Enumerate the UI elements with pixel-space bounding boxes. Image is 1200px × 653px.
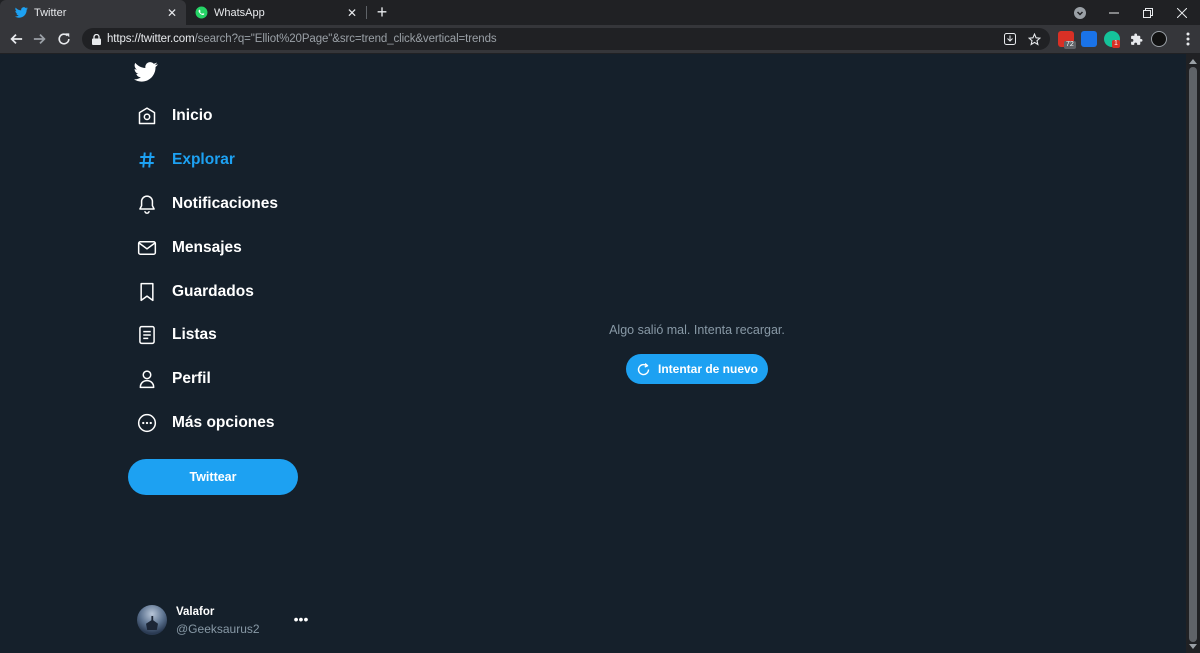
ext-red-icon[interactable]: 72 — [1058, 31, 1076, 49]
tab-whatsapp[interactable]: WhatsApp ✕ — [186, 0, 366, 25]
sidebar-item-label: Explorar — [172, 151, 235, 168]
sidebar-item-label: Más opciones — [172, 414, 275, 431]
restore-icon[interactable] — [1132, 0, 1164, 25]
bookmark-icon — [128, 280, 166, 304]
account-name: Valafor — [176, 606, 215, 618]
install-app-icon[interactable] — [1003, 32, 1017, 46]
home-icon — [128, 104, 166, 128]
sidebar-item-label: Notificaciones — [172, 195, 278, 212]
retry-button-label: Intentar de nuevo — [657, 362, 758, 376]
tab-separator — [366, 6, 367, 19]
scroll-down-arrow-icon[interactable] — [1189, 644, 1197, 649]
sidebar-item-explorar[interactable]: Explorar — [128, 140, 235, 180]
avatar — [137, 605, 167, 635]
minimize-icon[interactable] — [1098, 0, 1130, 25]
tab-twitter[interactable]: Twitter ✕ — [0, 0, 186, 25]
new-tab-icon[interactable]: + — [372, 2, 392, 22]
profile-avatar-icon[interactable] — [1151, 31, 1167, 47]
ext-blue-icon[interactable] — [1081, 31, 1097, 47]
more-circle-icon — [128, 411, 166, 435]
url-host: https://twitter.com — [107, 33, 195, 45]
close-window-icon[interactable] — [1166, 0, 1198, 25]
sidebar-item-guardados[interactable]: Guardados — [128, 272, 254, 312]
tweet-button[interactable]: Twittear — [128, 459, 298, 495]
browser-tabstrip: Twitter ✕ WhatsApp ✕ + — [0, 0, 1200, 25]
ext-badge: 72 — [1064, 41, 1076, 49]
twitter-logo-icon[interactable] — [134, 62, 160, 84]
reload-icon[interactable] — [53, 28, 75, 50]
sidebar-item-mensajes[interactable]: Mensajes — [128, 228, 242, 268]
person-icon — [128, 367, 166, 391]
twitter-bird-icon — [14, 6, 28, 20]
browser-toolbar: https://twitter.com/search?q="Elliot%20P… — [0, 25, 1200, 53]
tab-title: Twitter — [34, 6, 67, 19]
sidebar-item-label: Perfil — [172, 370, 211, 387]
mail-icon — [128, 236, 166, 260]
bookmark-star-icon[interactable] — [1027, 32, 1041, 46]
sidebar-item-listas[interactable]: Listas — [128, 315, 217, 355]
sidebar-item-perfil[interactable]: Perfil — [128, 359, 211, 399]
address-bar[interactable]: https://twitter.com/search?q="Elliot%20P… — [82, 28, 1050, 50]
forward-arrow-icon[interactable] — [29, 28, 51, 50]
list-icon — [128, 323, 166, 347]
ext-grammarly-icon[interactable]: 1 — [1104, 31, 1120, 48]
whatsapp-icon — [194, 6, 208, 20]
retry-button[interactable]: Intentar de nuevo — [626, 354, 768, 384]
scroll-up-arrow-icon[interactable] — [1189, 59, 1197, 64]
sidebar-item-label: Mensajes — [172, 239, 242, 256]
back-arrow-icon[interactable] — [5, 28, 27, 50]
refresh-icon — [636, 361, 652, 377]
sidebar-item-notificaciones[interactable]: Notificaciones — [128, 184, 278, 224]
error-message: Algo salió mal. Intenta recargar. — [609, 323, 785, 337]
tab-search-icon[interactable] — [1064, 0, 1096, 25]
chrome-menu-icon[interactable] — [1177, 28, 1199, 50]
hashtag-icon — [128, 148, 166, 172]
sidebar-item-mas-opciones[interactable]: Más opciones — [128, 403, 275, 443]
sidebar-item-label: Listas — [172, 326, 217, 343]
more-dots-icon[interactable]: ••• — [292, 611, 310, 627]
account-handle: @Geeksaurus2 — [176, 622, 260, 636]
scrollbar-thumb[interactable] — [1189, 67, 1197, 642]
bell-icon — [128, 192, 166, 216]
ext-badge: 1 — [1112, 40, 1120, 48]
lock-icon[interactable] — [91, 33, 101, 45]
sidebar-item-label: Inicio — [172, 107, 213, 124]
tab-title: WhatsApp — [214, 6, 265, 19]
close-tab-icon[interactable]: ✕ — [164, 5, 180, 21]
account-switcher[interactable]: Valafor @Geeksaurus2 ••• — [137, 604, 317, 638]
url-text: https://twitter.com/search?q="Elliot%20P… — [107, 33, 497, 45]
url-path: /search?q="Elliot%20Page"&src=trend_clic… — [194, 33, 497, 45]
page-scrollbar[interactable] — [1186, 54, 1200, 653]
sidebar-item-label: Guardados — [172, 283, 254, 300]
avatar-image — [146, 616, 158, 630]
sidebar-item-inicio[interactable]: Inicio — [128, 96, 212, 136]
extensions-puzzle-icon[interactable] — [1125, 28, 1147, 50]
close-tab-icon[interactable]: ✕ — [344, 5, 360, 21]
